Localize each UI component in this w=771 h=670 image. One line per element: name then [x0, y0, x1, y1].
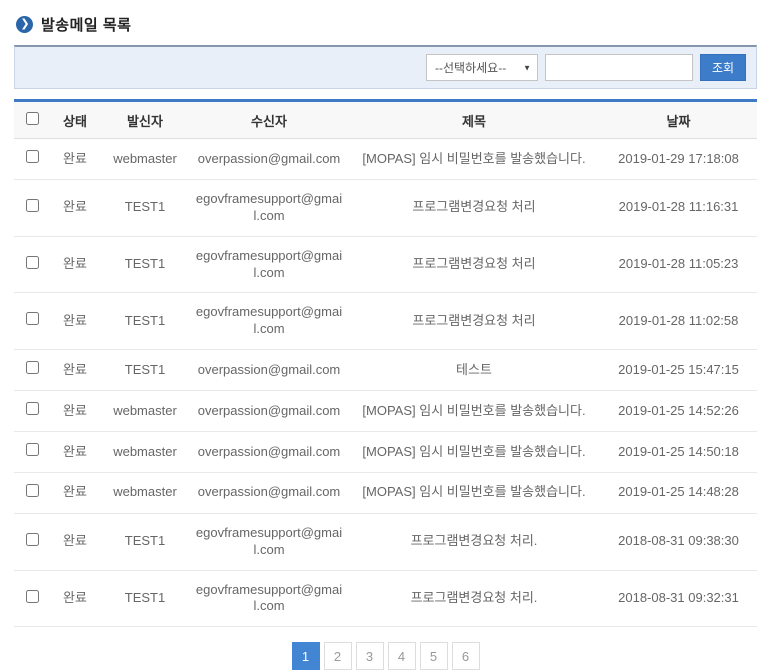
table-row: 완료 TEST1 egovframesupport@gmail.com 프로그램… [14, 236, 757, 293]
row-checkbox[interactable] [26, 256, 39, 269]
cell-date: 2018-08-31 09:38:30 [600, 513, 757, 570]
sent-mail-table: 상태 발신자 수신자 제목 날짜 완료 webmaster overpassio… [14, 99, 757, 627]
cell-receiver: egovframesupport@gmail.com [190, 293, 348, 350]
cell-receiver: egovframesupport@gmail.com [190, 513, 348, 570]
header-sender: 발신자 [100, 101, 190, 139]
cell-subject: [MOPAS] 임시 비밀번호를 발송했습니다. [348, 139, 600, 180]
cell-date: 2019-01-25 14:52:26 [600, 391, 757, 432]
page-button-3[interactable]: 3 [356, 642, 384, 670]
table-row: 완료 webmaster overpassion@gmail.com [MOPA… [14, 472, 757, 513]
page-button-5[interactable]: 5 [420, 642, 448, 670]
row-checkbox[interactable] [26, 361, 39, 374]
page-button-2[interactable]: 2 [324, 642, 352, 670]
cell-subject: [MOPAS] 임시 비밀번호를 발송했습니다. [348, 472, 600, 513]
table-row: 완료 TEST1 egovframesupport@gmail.com 프로그램… [14, 179, 757, 236]
row-checkbox[interactable] [26, 590, 39, 603]
cell-status: 완료 [50, 432, 100, 473]
table-row: 완료 webmaster overpassion@gmail.com [MOPA… [14, 391, 757, 432]
cell-receiver: overpassion@gmail.com [190, 391, 348, 432]
cell-sender: webmaster [100, 432, 190, 473]
row-checkbox[interactable] [26, 484, 39, 497]
cell-status: 완료 [50, 236, 100, 293]
page-button-6[interactable]: 6 [452, 642, 480, 670]
header-checkbox-cell [14, 101, 50, 139]
cell-date: 2019-01-25 14:50:18 [600, 432, 757, 473]
cell-sender: TEST1 [100, 570, 190, 627]
row-checkbox[interactable] [26, 199, 39, 212]
pagination: 1 2 3 4 5 6 [14, 642, 757, 670]
cell-sender: TEST1 [100, 293, 190, 350]
cell-receiver: overpassion@gmail.com [190, 432, 348, 473]
cell-date: 2018-08-31 09:32:31 [600, 570, 757, 627]
cell-sender: TEST1 [100, 513, 190, 570]
cell-status: 완료 [50, 472, 100, 513]
cell-sender: TEST1 [100, 350, 190, 391]
cell-receiver: overpassion@gmail.com [190, 139, 348, 180]
cell-receiver: egovframesupport@gmail.com [190, 179, 348, 236]
search-input[interactable] [545, 54, 693, 81]
table-row: 완료 webmaster overpassion@gmail.com [MOPA… [14, 139, 757, 180]
cell-subject: [MOPAS] 임시 비밀번호를 발송했습니다. [348, 432, 600, 473]
cell-receiver: egovframesupport@gmail.com [190, 236, 348, 293]
row-checkbox[interactable] [26, 533, 39, 546]
header-subject: 제목 [348, 101, 600, 139]
row-checkbox[interactable] [26, 150, 39, 163]
select-all-checkbox[interactable] [26, 112, 39, 125]
cell-status: 완료 [50, 293, 100, 350]
cell-sender: webmaster [100, 139, 190, 180]
cell-subject: 프로그램변경요청 처리 [348, 293, 600, 350]
table-row: 완료 TEST1 overpassion@gmail.com 테스트 2019-… [14, 350, 757, 391]
cell-status: 완료 [50, 350, 100, 391]
cell-sender: TEST1 [100, 179, 190, 236]
row-checkbox[interactable] [26, 443, 39, 456]
chevron-right-icon: ❯ [16, 16, 33, 33]
cell-date: 2019-01-28 11:02:58 [600, 293, 757, 350]
cell-receiver: egovframesupport@gmail.com [190, 570, 348, 627]
cell-status: 완료 [50, 179, 100, 236]
table-row: 완료 TEST1 egovframesupport@gmail.com 프로그램… [14, 570, 757, 627]
cell-subject: 프로그램변경요청 처리 [348, 236, 600, 293]
table-header-row: 상태 발신자 수신자 제목 날짜 [14, 101, 757, 139]
search-filter-bar: --선택하세요-- ▼ 조회 [14, 45, 757, 89]
table-row: 완료 webmaster overpassion@gmail.com [MOPA… [14, 432, 757, 473]
cell-status: 완료 [50, 139, 100, 180]
table-row: 완료 TEST1 egovframesupport@gmail.com 프로그램… [14, 513, 757, 570]
search-field-select-wrap: --선택하세요-- ▼ [426, 54, 538, 81]
page-header: ❯ 발송메일 목록 [14, 10, 757, 45]
cell-subject: [MOPAS] 임시 비밀번호를 발송했습니다. [348, 391, 600, 432]
cell-status: 완료 [50, 513, 100, 570]
search-field-select[interactable]: --선택하세요-- [427, 55, 537, 80]
cell-subject: 프로그램변경요청 처리. [348, 513, 600, 570]
cell-receiver: overpassion@gmail.com [190, 350, 348, 391]
cell-sender: TEST1 [100, 236, 190, 293]
header-status: 상태 [50, 101, 100, 139]
content-area: ❯ 발송메일 목록 --선택하세요-- ▼ 조회 상태 발신자 수신자 제목 날… [0, 0, 771, 670]
cell-sender: webmaster [100, 472, 190, 513]
cell-date: 2019-01-25 15:47:15 [600, 350, 757, 391]
cell-date: 2019-01-28 11:05:23 [600, 236, 757, 293]
header-receiver: 수신자 [190, 101, 348, 139]
cell-subject: 프로그램변경요청 처리 [348, 179, 600, 236]
table-row: 완료 TEST1 egovframesupport@gmail.com 프로그램… [14, 293, 757, 350]
cell-date: 2019-01-25 14:48:28 [600, 472, 757, 513]
row-checkbox[interactable] [26, 402, 39, 415]
cell-subject: 프로그램변경요청 처리. [348, 570, 600, 627]
cell-sender: webmaster [100, 391, 190, 432]
cell-date: 2019-01-29 17:18:08 [600, 139, 757, 180]
page-button-4[interactable]: 4 [388, 642, 416, 670]
page-title: 발송메일 목록 [41, 14, 131, 35]
cell-date: 2019-01-28 11:16:31 [600, 179, 757, 236]
cell-receiver: overpassion@gmail.com [190, 472, 348, 513]
row-checkbox[interactable] [26, 312, 39, 325]
search-button[interactable]: 조회 [700, 54, 746, 81]
cell-status: 완료 [50, 570, 100, 627]
cell-subject: 테스트 [348, 350, 600, 391]
page-button-1[interactable]: 1 [292, 642, 320, 670]
header-date: 날짜 [600, 101, 757, 139]
cell-status: 완료 [50, 391, 100, 432]
